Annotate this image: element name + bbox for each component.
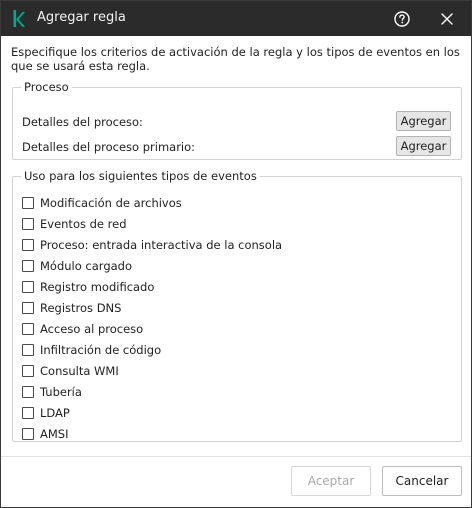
checkbox-label: Registros DNS — [40, 301, 122, 315]
event-checkbox-ldap[interactable]: LDAP — [22, 405, 70, 421]
event-checkbox-registry-modified[interactable]: Registro modificado — [22, 279, 154, 295]
checkbox-label: Registro modificado — [40, 280, 155, 294]
checkbox-label: Modificación de archivos — [40, 196, 182, 210]
event-checkbox-process-access[interactable]: Acceso al proceso — [22, 321, 143, 337]
event-checkbox-pipe[interactable]: Tubería — [22, 384, 82, 400]
process-group-legend: Proceso — [24, 80, 69, 94]
checkbox-label: Eventos de red — [40, 217, 127, 231]
kaspersky-logo-icon — [13, 10, 25, 27]
checkbox-label: Acceso al proceso — [40, 322, 144, 336]
close-icon[interactable] — [437, 9, 457, 29]
event-checkbox-amsi[interactable]: AMSI — [22, 426, 68, 442]
checkbox[interactable] — [22, 260, 34, 272]
checkbox-label: Infiltración de código — [40, 343, 162, 357]
checkbox[interactable] — [22, 218, 34, 230]
accept-button[interactable]: Aceptar — [291, 466, 371, 496]
event-checkbox-file-modification[interactable]: Modificación de archivos — [22, 195, 182, 211]
add-rule-dialog: Agregar regla Especifique los criterios … — [0, 0, 472, 508]
checkbox[interactable] — [22, 302, 34, 314]
checkbox[interactable] — [22, 428, 34, 440]
cancel-button[interactable]: Cancelar — [382, 466, 462, 496]
checkbox-label: Módulo cargado — [40, 259, 133, 273]
add-process-details-button[interactable]: Agregar — [396, 111, 451, 131]
checkbox-label: LDAP — [40, 406, 70, 420]
process-details-label: Detalles del proceso: — [22, 115, 143, 129]
checkbox-label: Proceso: entrada interactiva de la conso… — [40, 238, 283, 252]
title-bar: Agregar regla — [1, 1, 471, 36]
checkbox[interactable] — [22, 386, 34, 398]
dialog-title: Agregar regla — [37, 10, 126, 25]
checkbox-label: AMSI — [40, 427, 69, 441]
footer-divider — [1, 456, 471, 457]
event-types-group-legend: Uso para los siguientes tipos de eventos — [24, 169, 257, 183]
event-checkbox-module-loaded[interactable]: Módulo cargado — [22, 258, 132, 274]
event-types-group: Uso para los siguientes tipos de eventos… — [12, 169, 462, 442]
process-group: Proceso Detalles del proceso: Agregar De… — [12, 80, 462, 160]
event-checkbox-network-events[interactable]: Eventos de red — [22, 216, 127, 232]
parent-process-details-label: Detalles del proceso primario: — [22, 140, 196, 154]
add-parent-process-details-button[interactable]: Agregar — [396, 136, 451, 156]
event-checkbox-dns-records[interactable]: Registros DNS — [22, 300, 121, 316]
checkbox[interactable] — [22, 365, 34, 377]
event-checkbox-code-injection[interactable]: Infiltración de código — [22, 342, 161, 358]
help-icon[interactable] — [392, 9, 412, 29]
checkbox-label: Consulta WMI — [40, 364, 119, 378]
checkbox[interactable] — [22, 323, 34, 335]
event-checkbox-console-interactive-input[interactable]: Proceso: entrada interactiva de la conso… — [22, 237, 282, 253]
event-checkbox-wmi-query[interactable]: Consulta WMI — [22, 363, 119, 379]
checkbox[interactable] — [22, 239, 34, 251]
checkbox-label: Tubería — [40, 385, 82, 399]
checkbox[interactable] — [22, 197, 34, 209]
checkbox[interactable] — [22, 407, 34, 419]
dialog-description: Especifique los criterios de activación … — [11, 45, 460, 73]
checkbox[interactable] — [22, 344, 34, 356]
checkbox[interactable] — [22, 281, 34, 293]
